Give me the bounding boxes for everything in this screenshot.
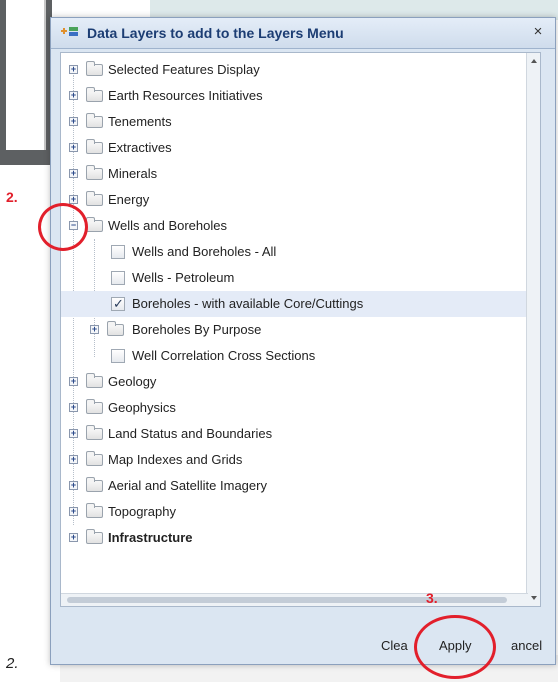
tree-row-label: Tenements bbox=[108, 114, 172, 129]
expand-icon[interactable]: + bbox=[69, 143, 78, 152]
scroll-down-icon[interactable] bbox=[531, 596, 537, 600]
expand-icon[interactable]: + bbox=[69, 377, 78, 386]
tree-row-earth-resources-initiatives[interactable]: + Earth Resources Initiatives bbox=[61, 83, 527, 109]
tree-row-extractives[interactable]: + Extractives bbox=[61, 135, 527, 161]
folder-icon bbox=[86, 477, 103, 492]
tree-row-label: Geology bbox=[108, 374, 157, 389]
tree-row-label: Extractives bbox=[108, 140, 172, 155]
tree-row-wells-petroleum[interactable]: Wells - Petroleum bbox=[61, 265, 527, 291]
folder-icon bbox=[107, 321, 124, 336]
tree-row-infrastructure[interactable]: + Infrastructure bbox=[61, 525, 527, 551]
clear-button[interactable]: Clea bbox=[381, 638, 408, 653]
tree-row-minerals[interactable]: + Minerals bbox=[61, 161, 527, 187]
folder-icon bbox=[86, 529, 103, 544]
tree-row-label: Wells and Boreholes - All bbox=[132, 244, 277, 259]
expand-icon[interactable]: + bbox=[69, 533, 78, 542]
expand-icon[interactable]: + bbox=[69, 169, 78, 178]
tree-row-label: Well Correlation Cross Sections bbox=[132, 348, 316, 363]
background-panel-inner bbox=[6, 0, 46, 150]
folder-icon bbox=[86, 451, 103, 466]
folder-icon bbox=[86, 165, 103, 180]
tree-row-label: Land Status and Boundaries bbox=[108, 426, 273, 441]
expand-icon[interactable]: + bbox=[69, 91, 78, 100]
folder-icon bbox=[86, 503, 103, 518]
tree-row-label: Infrastructure bbox=[108, 530, 193, 545]
dialog-titlebar[interactable]: Data Layers to add to the Layers Menu × bbox=[51, 18, 555, 49]
expand-icon[interactable]: + bbox=[69, 455, 78, 464]
tree-row-aerial-and-satellite-imagery[interactable]: + Aerial and Satellite Imagery bbox=[61, 473, 527, 499]
tree-row-label: Selected Features Display bbox=[108, 62, 260, 77]
layer-checkbox[interactable] bbox=[111, 271, 125, 285]
layers-add-icon bbox=[61, 27, 78, 36]
tree-row-well-correlation-cross-sections[interactable]: Well Correlation Cross Sections bbox=[61, 343, 527, 369]
tree-row-geophysics[interactable]: + Geophysics bbox=[61, 395, 527, 421]
folder-icon bbox=[86, 399, 103, 414]
tree-row-topography[interactable]: + Topography bbox=[61, 499, 527, 525]
tree-row-boreholes-core-cuttings[interactable]: Boreholes - with available Core/Cuttings bbox=[61, 291, 527, 317]
tree-row-label: Aerial and Satellite Imagery bbox=[108, 478, 267, 493]
tree-row-label: Geophysics bbox=[108, 400, 176, 415]
tree-row-label: Energy bbox=[108, 192, 150, 207]
scroll-up-icon[interactable] bbox=[531, 59, 537, 63]
expand-icon[interactable]: + bbox=[69, 429, 78, 438]
expand-icon[interactable]: + bbox=[69, 195, 78, 204]
tree-row-label: Wells and Boreholes bbox=[108, 218, 227, 233]
tree-row-wells-and-boreholes-all[interactable]: Wells and Boreholes - All bbox=[61, 239, 527, 265]
step-3-label: 3. bbox=[426, 590, 438, 606]
vertical-scrollbar[interactable] bbox=[526, 53, 540, 606]
step-2-circle bbox=[38, 203, 88, 251]
folder-icon bbox=[86, 139, 103, 154]
page-step-label: 2. bbox=[6, 655, 19, 672]
tree-row-map-indexes-and-grids[interactable]: + Map Indexes and Grids bbox=[61, 447, 527, 473]
tree-row-label: Map Indexes and Grids bbox=[108, 452, 243, 467]
folder-icon bbox=[86, 191, 103, 206]
expand-icon[interactable]: + bbox=[69, 403, 78, 412]
expand-icon[interactable]: + bbox=[69, 117, 78, 126]
step-2-label: 2. bbox=[6, 189, 18, 205]
tree-row-land-status-and-boundaries[interactable]: + Land Status and Boundaries bbox=[61, 421, 527, 447]
expand-icon[interactable]: + bbox=[69, 507, 78, 516]
dialog-title: Data Layers to add to the Layers Menu bbox=[87, 25, 344, 41]
tree-row-selected-features-display[interactable]: + Selected Features Display bbox=[61, 57, 527, 83]
tree-row-label: Topography bbox=[108, 504, 176, 519]
tree-row-wells-and-boreholes[interactable]: − Wells and Boreholes bbox=[61, 213, 527, 239]
tree-row-label: Boreholes - with available Core/Cuttings bbox=[132, 296, 364, 311]
expand-icon[interactable]: + bbox=[69, 481, 78, 490]
tree-row-label: Boreholes By Purpose bbox=[132, 322, 262, 337]
folder-icon bbox=[86, 373, 103, 388]
tree-row-energy[interactable]: + Energy bbox=[61, 187, 527, 213]
layer-checkbox[interactable] bbox=[111, 349, 125, 363]
tree-row-geology[interactable]: + Geology bbox=[61, 369, 527, 395]
tree-row-label: Wells - Petroleum bbox=[132, 270, 235, 285]
layer-checkbox-checked[interactable] bbox=[111, 296, 125, 312]
background-panel bbox=[0, 0, 52, 165]
data-layers-dialog: Data Layers to add to the Layers Menu × … bbox=[50, 17, 556, 665]
tree-row-label: Earth Resources Initiatives bbox=[108, 88, 263, 103]
tree-row-boreholes-by-purpose[interactable]: + Boreholes By Purpose bbox=[61, 317, 527, 343]
cancel-button[interactable]: ancel bbox=[511, 638, 542, 653]
folder-icon bbox=[86, 61, 103, 76]
horizontal-scrollbar[interactable] bbox=[61, 593, 528, 606]
expand-icon[interactable]: + bbox=[90, 325, 99, 334]
folder-icon bbox=[86, 87, 103, 102]
layer-checkbox[interactable] bbox=[111, 245, 125, 259]
layer-tree: + Selected Features Display + Earth Reso… bbox=[60, 52, 541, 607]
expand-icon[interactable]: + bbox=[69, 65, 78, 74]
folder-icon bbox=[86, 113, 103, 128]
folder-icon bbox=[86, 425, 103, 440]
tree-row-label: Minerals bbox=[108, 166, 158, 181]
scrollbar-thumb[interactable] bbox=[67, 597, 507, 603]
folder-icon bbox=[86, 217, 103, 232]
tree-row-tenements[interactable]: + Tenements bbox=[61, 109, 527, 135]
step-3-circle bbox=[414, 615, 496, 679]
close-button[interactable]: × bbox=[529, 23, 547, 41]
